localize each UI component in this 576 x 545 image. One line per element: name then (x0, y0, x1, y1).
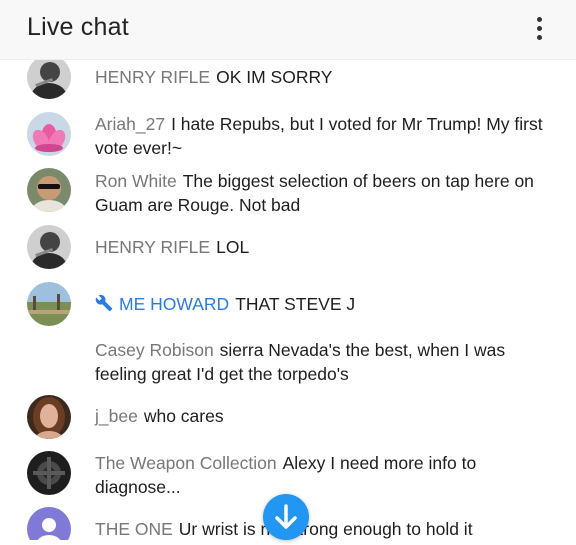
bw-portrait-avatar[interactable] (27, 60, 71, 99)
scroll-to-bottom-button[interactable] (263, 494, 309, 540)
message-text: LOL (216, 237, 250, 257)
bw-portrait-avatar[interactable] (27, 225, 71, 269)
message-author[interactable]: Casey Robison (95, 340, 214, 360)
pink-lotus-avatar[interactable] (27, 112, 71, 156)
message-author[interactable]: Ron White (95, 171, 177, 191)
woman-portrait-avatar[interactable] (27, 395, 71, 439)
message-author[interactable]: j_bee (95, 406, 138, 426)
message-author[interactable]: The Weapon Collection (95, 453, 277, 473)
message-author[interactable]: HENRY RIFLE (95, 67, 210, 87)
message-author[interactable]: Ariah_27 (95, 114, 165, 134)
arrow-down-icon (275, 504, 297, 529)
landscape-avatar[interactable] (27, 282, 71, 326)
chat-message-list[interactable]: HENRY RIFLE OK IM SORRY Ariah_27 I hate Re… (0, 60, 576, 540)
message-author[interactable]: HENRY RIFLE (95, 237, 210, 257)
message-text: Ur wrist is not strong enough to hold it (178, 519, 473, 539)
wrench-icon (95, 294, 113, 312)
more-vert-icon[interactable] (524, 12, 556, 46)
header-title: Live chat (27, 13, 129, 41)
dark-gear-avatar[interactable] (27, 451, 71, 495)
message-text: OK IM SORRY (216, 67, 333, 87)
sunglasses-portrait-avatar[interactable] (27, 168, 71, 212)
message-author[interactable]: ME HOWARD (119, 294, 229, 314)
chat-header: Live chat (0, 0, 576, 60)
default-person-avatar[interactable] (27, 507, 71, 540)
message-text: THAT STEVE J (235, 294, 356, 314)
message-author[interactable]: THE ONE (95, 519, 173, 539)
message-text: who cares (143, 406, 224, 426)
